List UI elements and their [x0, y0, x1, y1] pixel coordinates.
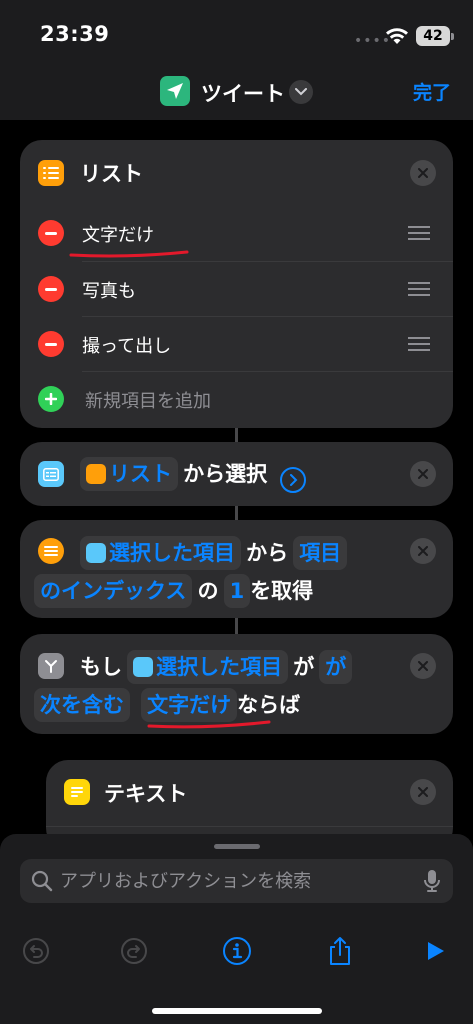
- mic-icon[interactable]: [423, 869, 441, 893]
- token-label: 選択した項目: [156, 655, 283, 679]
- choose-from-list-card[interactable]: リスト から選択: [20, 442, 453, 506]
- choose-icon: [38, 461, 64, 487]
- add-item-button[interactable]: [38, 386, 64, 412]
- drag-handle-icon[interactable]: [408, 282, 430, 296]
- nav-bar: ツイート 完了: [0, 70, 473, 120]
- ga-label: が: [293, 655, 315, 679]
- item-index-token[interactable]: のインデックス: [34, 574, 193, 608]
- add-item-placeholder[interactable]: 新規項目を追加: [85, 387, 211, 413]
- drag-handle-icon[interactable]: [408, 226, 430, 240]
- annotation-underline: [147, 720, 271, 729]
- delete-item-button[interactable]: [38, 276, 64, 302]
- delete-item-button[interactable]: [38, 220, 64, 246]
- list-item-label[interactable]: 写真も: [82, 277, 136, 303]
- battery-indicator: 42: [416, 26, 454, 46]
- if-line1: もし 選択した項目 が が: [80, 650, 353, 684]
- undo-icon[interactable]: [19, 934, 53, 968]
- share-icon[interactable]: [323, 934, 357, 968]
- list-icon: [86, 464, 106, 484]
- search-input[interactable]: [60, 859, 400, 903]
- condition-token[interactable]: が: [319, 650, 353, 684]
- choose-icon: [86, 543, 106, 563]
- redo-icon[interactable]: [117, 934, 151, 968]
- send-icon[interactable]: [160, 76, 190, 106]
- if-line2: 次を含む 文字だけ ならば: [34, 688, 300, 722]
- choose-label: から選択: [183, 462, 268, 486]
- done-button[interactable]: 完了: [413, 78, 451, 105]
- sheet-grabber[interactable]: [214, 844, 260, 849]
- if-icon: [38, 653, 64, 679]
- list-item[interactable]: 撮って出し: [20, 317, 453, 372]
- annotation-underline: [69, 250, 189, 258]
- divider: [46, 826, 453, 827]
- index-value-token[interactable]: 1: [223, 574, 251, 608]
- get-item-line2: のインデックス の 1 を取得: [34, 574, 313, 608]
- chevron-down-icon[interactable]: [289, 80, 313, 104]
- list-item-label[interactable]: 撮って出し: [82, 332, 171, 358]
- connector: [235, 428, 238, 442]
- action-sheet[interactable]: [0, 834, 473, 1024]
- home-indicator: [152, 1008, 322, 1014]
- add-item-row[interactable]: 新規項目を追加: [20, 372, 453, 427]
- if-action-card[interactable]: もし 選択した項目 が が 次を含む 文字だけ ならば: [20, 634, 453, 734]
- of-label: の: [197, 579, 219, 603]
- get-item-card[interactable]: 選択した項目 から 項目 のインデックス の 1 を取得: [20, 520, 453, 618]
- close-icon[interactable]: [410, 538, 436, 564]
- get-label: を取得: [250, 579, 314, 603]
- close-icon[interactable]: [410, 653, 436, 679]
- wifi-icon: [386, 28, 408, 44]
- close-icon[interactable]: [410, 160, 436, 186]
- then-label: ならば: [237, 693, 301, 717]
- choose-icon: [133, 657, 154, 677]
- selected-item-token[interactable]: 選択した項目: [80, 536, 241, 570]
- list-variable-token[interactable]: リスト: [80, 457, 178, 491]
- if-label: もし: [80, 655, 122, 679]
- shortcut-editor[interactable]: リスト 文字だけ 写真も 撮って出し 新規項目を追加 リスト から選択 選択した…: [0, 120, 473, 850]
- status-bar: 23:39 •••• 42: [0, 0, 473, 70]
- list-icon: [38, 538, 64, 564]
- close-icon[interactable]: [410, 779, 436, 805]
- bottom-toolbar: [0, 926, 473, 986]
- text-action-title: テキスト: [104, 782, 188, 806]
- info-icon[interactable]: [220, 934, 254, 968]
- list-action-title: リスト: [80, 162, 143, 186]
- list-item[interactable]: 写真も: [20, 262, 453, 317]
- expand-chevron-icon[interactable]: [280, 467, 307, 493]
- connector: [235, 618, 238, 634]
- shortcut-title[interactable]: ツイート: [201, 78, 285, 108]
- search-icon: [31, 870, 53, 892]
- from-label: から: [246, 541, 289, 565]
- token-label: 選択した項目: [109, 541, 235, 565]
- drag-handle-icon[interactable]: [408, 337, 430, 351]
- play-icon[interactable]: [418, 934, 452, 968]
- list-item-label[interactable]: 文字だけ: [82, 221, 154, 247]
- delete-item-button[interactable]: [38, 331, 64, 357]
- list-action-card[interactable]: リスト 文字だけ 写真も 撮って出し 新規項目を追加: [20, 140, 453, 428]
- condition-value-token[interactable]: 文字だけ: [141, 688, 238, 722]
- token-label: リスト: [109, 462, 172, 486]
- connector: [235, 506, 238, 520]
- selected-item-token[interactable]: 選択した項目: [127, 650, 289, 684]
- status-time: 23:39: [40, 22, 110, 46]
- choose-params: リスト から選択: [80, 457, 307, 493]
- condition-token[interactable]: 次を含む: [34, 688, 130, 722]
- list-icon: [38, 160, 64, 186]
- get-item-line1: 選択した項目 から 項目: [80, 536, 348, 570]
- close-icon[interactable]: [410, 461, 436, 487]
- item-index-token[interactable]: 項目: [293, 536, 348, 570]
- search-bar[interactable]: [20, 859, 453, 903]
- text-icon: [64, 779, 90, 805]
